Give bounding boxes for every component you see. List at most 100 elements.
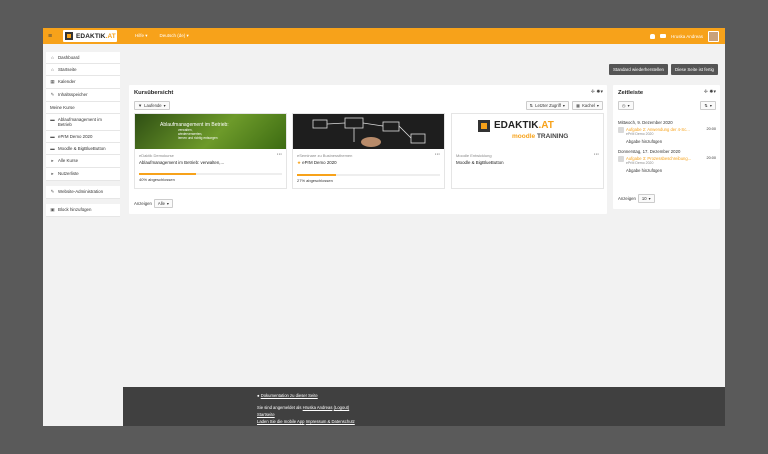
sidebar-item-label: Moodle & BigBlueButton	[58, 146, 106, 151]
sidebar-item-course-moodle[interactable]: ▬ Moodle & BigBlueButton	[46, 143, 120, 155]
sidebar-item-kalender[interactable]: ▦ Kalender	[46, 76, 120, 89]
sidebar-item-admin[interactable]: ✎ Website-Administration	[46, 186, 120, 199]
course-image-leaves: Ablaufmanagement im Betrieb: verwalten, …	[135, 114, 286, 149]
course-menu-icon[interactable]: ···	[435, 152, 440, 158]
logged-in-prefix: Sie sind angemeldet als	[257, 405, 302, 410]
logo-training-text: TRAINING	[536, 133, 569, 140]
course-overview-title: Kursübersicht	[134, 90, 174, 96]
mobile-app-link[interactable]: Laden Sie die mobile App	[257, 419, 305, 424]
sidebar-item-inhaltsspeicher[interactable]: ✎ Inhaltsspeicher	[46, 89, 120, 102]
logo-brand: EDAKTIK.AT	[494, 120, 554, 131]
imprint-link[interactable]: Impressum & Datenschutz	[306, 419, 355, 424]
documentation-link[interactable]: Dokumentation zu dieser Seite	[261, 393, 318, 398]
sort-icon: ⇅	[529, 103, 534, 108]
course-filter-value: Laufende	[144, 103, 162, 108]
course-category: eSeminare zu Businessthemen	[297, 153, 353, 158]
grid-icon: ▦	[576, 103, 581, 108]
sidebar-item-dashboard[interactable]: ⌂ Dashboard	[46, 52, 120, 64]
avatar[interactable]	[708, 30, 719, 42]
page-footer: ● Dokumentation zu dieser Seite Sie sind…	[123, 387, 725, 426]
notification-bell-icon[interactable]	[649, 33, 655, 39]
timeline-event-time: 20:00	[706, 127, 716, 131]
caret-right-icon: ▸	[51, 171, 54, 176]
info-icon: ●	[257, 393, 260, 398]
logo-text: EDAKTIK	[76, 32, 106, 40]
filter-icon: ▼	[138, 103, 143, 108]
timeline-count-value: 10	[641, 196, 647, 201]
course-menu-icon[interactable]: ···	[277, 152, 282, 158]
sort-icon: ⇅	[704, 103, 708, 108]
course-image-subtitle-3: lernen und richtig entsorgen	[178, 136, 218, 140]
main-content: Standard wiederherstellen Diese Seite is…	[123, 44, 725, 387]
course-menu-icon[interactable]: ···	[594, 152, 599, 158]
favourite-star-icon: ★	[297, 160, 301, 165]
assignment-icon	[618, 127, 624, 133]
course-card-eprm[interactable]: ··· eSeminare zu Businessthemen ★ ePrM D…	[292, 113, 445, 189]
course-progress-bar	[297, 174, 440, 176]
sidebar-item-add-block[interactable]: ▣ Block hinzufügen	[46, 204, 120, 217]
add-submission-link[interactable]: Abgabe hinzufügen	[626, 168, 720, 173]
course-filter-dropdown[interactable]: ▼ Laufende ▾	[134, 101, 170, 110]
language-menu[interactable]: Deutsch (de) ▾	[160, 33, 189, 39]
course-name[interactable]: Ablaufmanagement im Betrieb: verwalten,.…	[139, 160, 286, 165]
course-card-moodle[interactable]: EDAKTIK.AT moodle TRAINING ··· Moodle En…	[451, 113, 604, 189]
timeline-sort-dropdown[interactable]: ⇅ ▾	[700, 101, 716, 110]
timeline-event-course: ePrM Demo 2020	[626, 161, 654, 165]
course-progress-label: 40% abgeschlossen	[139, 177, 175, 182]
timeline-title: Zeitleiste	[618, 90, 644, 96]
block-controls[interactable]: ✛ ✹▾	[704, 89, 716, 95]
page-edit-buttons: Standard wiederherstellen Diese Seite is…	[608, 64, 718, 75]
pagination-control: Anzeigen Alle ▾	[134, 199, 174, 208]
chevron-down-icon: ▾	[163, 103, 166, 108]
logout-link[interactable]: (Logout)	[334, 405, 350, 410]
messages-icon[interactable]	[659, 34, 666, 38]
sidebar-item-label: Website-Administration	[58, 189, 104, 194]
timeline-event: Aufgabe 2: Anwendung der 4-Sc... ePrM De…	[618, 127, 720, 136]
hamburger-menu-icon[interactable]: ≡	[43, 33, 57, 40]
home-link[interactable]: Startseite	[257, 412, 275, 417]
site-logo[interactable]: EDAKTIK .AT	[63, 30, 117, 42]
course-name[interactable]: ★ ePrM Demo 2020	[297, 160, 444, 166]
user-area: Hruska Andreas	[649, 30, 725, 42]
user-name[interactable]: Hruska Andreas	[671, 34, 703, 39]
sidebar-item-course-ablauf[interactable]: ▬ Ablaufmanagement im Betrieb	[46, 114, 120, 131]
add-submission-link[interactable]: Abgabe hinzufügen	[626, 139, 720, 144]
help-menu[interactable]: Hilfe ▾	[135, 33, 148, 39]
sidebar-item-alle-kurse[interactable]: ▸ Alle Kurse	[46, 155, 120, 168]
reset-page-button[interactable]: Standard wiederherstellen	[608, 64, 668, 75]
course-card-ablauf[interactable]: Ablaufmanagement im Betrieb: verwalten, …	[134, 113, 287, 189]
sidebar-nav: ⌂ Dashboard ⌂ Startseite ▦ Kalender ✎ Inhalt…	[46, 52, 120, 217]
timeline-date: Mittwoch, 9. Dezember 2020	[618, 120, 673, 125]
home-icon: ⌂	[51, 67, 54, 72]
sidebar-item-label: Ablaufmanagement im Betrieb	[57, 117, 102, 127]
logo-domain-text: .AT	[105, 32, 116, 40]
logged-in-user-link[interactable]: Hruska Andreas	[303, 405, 333, 410]
finish-editing-button[interactable]: Diese Seite ist fertig	[670, 64, 718, 75]
show-count-dropdown[interactable]: Alle ▾	[153, 199, 174, 208]
timeline-event-time: 20:00	[706, 156, 716, 160]
edaktik-cube-icon	[478, 120, 490, 132]
timeline-count-dropdown[interactable]: 10 ▾	[637, 194, 655, 203]
sidebar-item-meine-kurse[interactable]: Meine Kurse	[46, 102, 120, 114]
top-navbar: ≡ EDAKTIK .AT Hilfe ▾ Deutsch (de) ▾ Hrus…	[43, 28, 725, 44]
course-name[interactable]: Moodle & BigBlueButton	[456, 160, 603, 165]
show-label: Anzeigen	[134, 201, 152, 206]
sidebar-item-label: Block hinzufügen	[58, 207, 92, 212]
course-sort-dropdown[interactable]: ⇅ Letzter Zugriff ▾	[525, 101, 569, 110]
course-view-value: Kachel	[582, 103, 595, 108]
sidebar: ⌂ Dashboard ⌂ Startseite ▦ Kalender ✎ Inhalt…	[43, 44, 123, 426]
course-progress-label: 27% abgeschlossen	[297, 178, 333, 183]
course-image-title: Ablaufmanagement im Betrieb:	[160, 122, 229, 128]
sidebar-item-label: Dashboard	[58, 55, 80, 60]
timeline-event: Aufgabe 3: Prozessbeschreibung... ePrM D…	[618, 156, 720, 165]
block-controls[interactable]: ✛ ✹▾	[591, 89, 603, 95]
sidebar-item-nutzerliste[interactable]: ▸ Nutzerliste	[46, 168, 120, 181]
chevron-down-icon: ▾	[709, 103, 712, 108]
sidebar-item-course-eprm[interactable]: ▬ ePrM Demo 2020	[46, 131, 120, 143]
sidebar-item-startseite[interactable]: ⌂ Startseite	[46, 64, 120, 76]
logged-in-info: Sie sind angemeldet als Hruska Andreas (…	[257, 405, 349, 410]
course-view-dropdown[interactable]: ▦ Kachel ▾	[572, 101, 603, 110]
course-sort-value: Letzter Zugriff	[535, 103, 561, 108]
course-overview-panel: Kursübersicht ✛ ✹▾ ▼ Laufende ▾ ⇅ Letzter Z…	[129, 85, 607, 214]
timeline-filter-dropdown[interactable]: ◷ ▾	[618, 101, 634, 110]
